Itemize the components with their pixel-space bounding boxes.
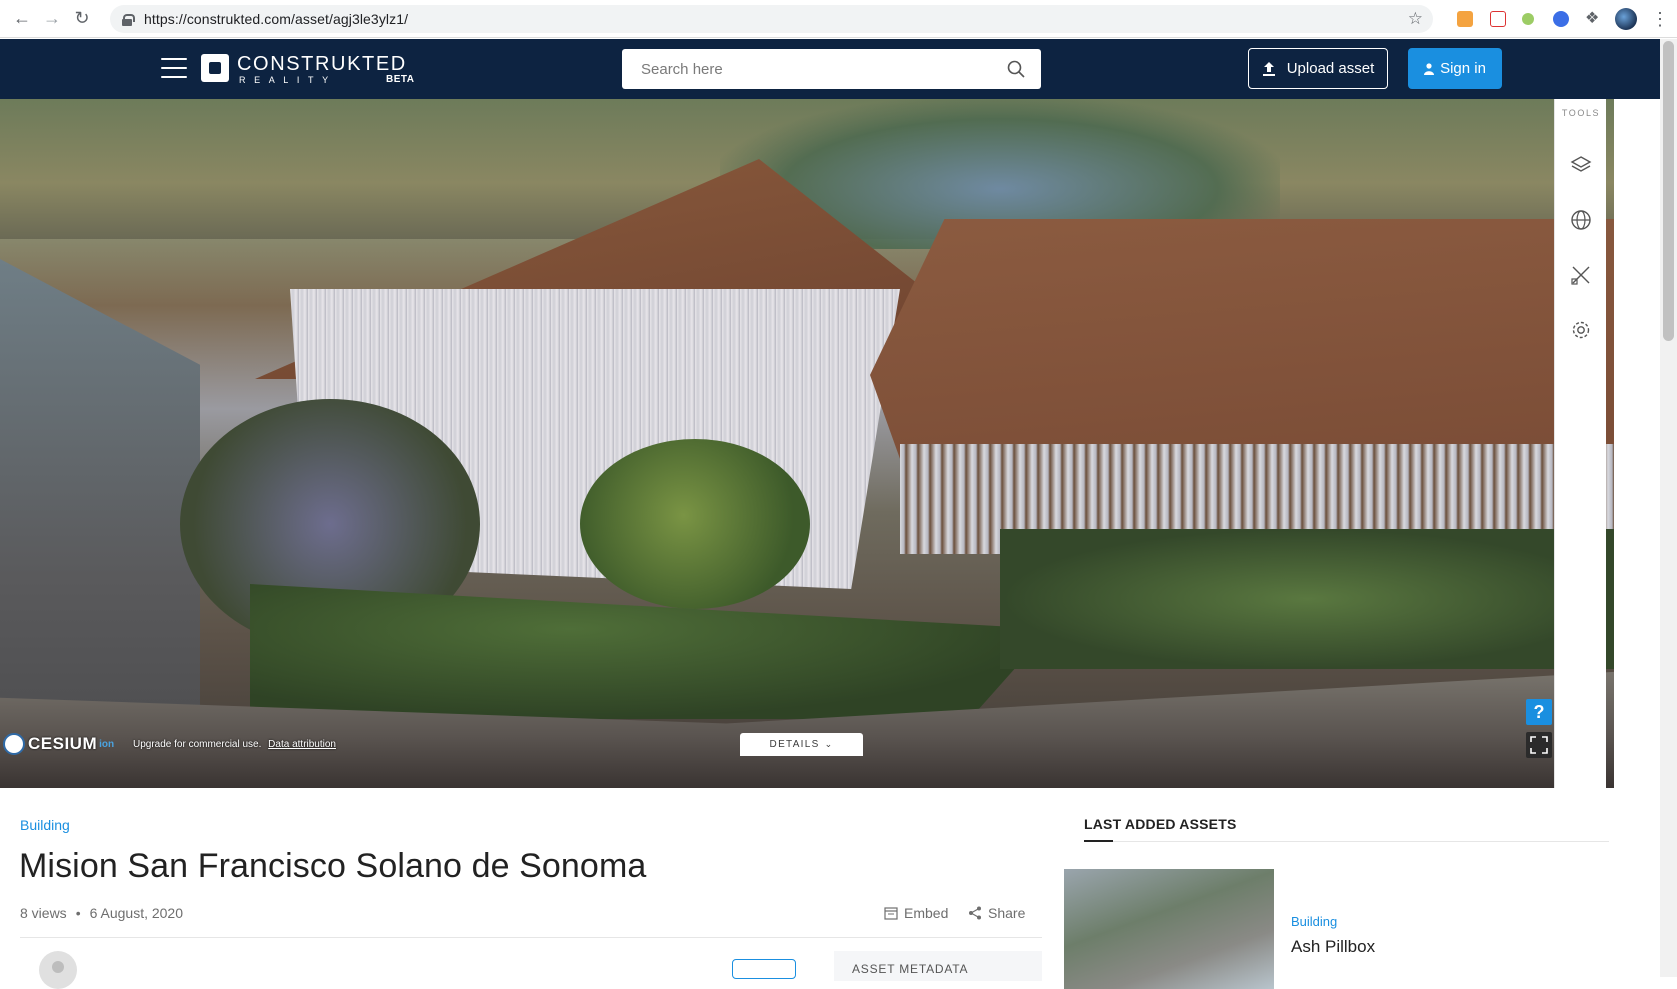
recent-asset-title[interactable]: Ash Pillbox: [1291, 937, 1375, 957]
asset-meta: 8 views • 6 August, 2020: [20, 905, 184, 921]
cesium-name: CESIUM: [28, 734, 98, 753]
embed-label: Embed: [904, 905, 949, 921]
details-toggle[interactable]: DETAILS ⌄: [740, 733, 863, 756]
author-avatar[interactable]: [39, 951, 77, 989]
extension-icon[interactable]: [1457, 11, 1473, 27]
back-icon[interactable]: ←: [9, 6, 35, 32]
follow-button[interactable]: [732, 959, 796, 979]
address-url[interactable]: https://construkted.com/asset/agj3le3ylz…: [144, 11, 408, 27]
share-button[interactable]: Share: [968, 905, 1025, 921]
recent-asset-category[interactable]: Building: [1291, 914, 1337, 929]
upload-icon: [1262, 61, 1275, 76]
settings-icon[interactable]: [1570, 319, 1592, 341]
share-label: Share: [988, 905, 1026, 921]
upload-asset-button[interactable]: Upload asset: [1248, 48, 1388, 89]
recent-asset-thumbnail[interactable]: [1064, 869, 1274, 989]
scene-tree: [580, 439, 810, 609]
details-label: DETAILS: [769, 739, 820, 750]
data-attribution-link[interactable]: Data attribution: [268, 739, 336, 750]
user-icon: [1424, 62, 1435, 75]
scene-garden: [1000, 529, 1614, 669]
credit-text: Upgrade for commercial use. Data attribu…: [133, 739, 336, 750]
asset-details: Building Mision San Francisco Solano de …: [0, 788, 1660, 989]
cesium-badge-icon: [3, 733, 25, 755]
tools-panel: TOOLS: [1554, 99, 1606, 788]
address-bar[interactable]: https://construkted.com/asset/agj3le3ylz…: [110, 5, 1433, 33]
fullscreen-button[interactable]: [1526, 732, 1552, 758]
globe-icon[interactable]: [1570, 209, 1592, 231]
profile-avatar[interactable]: [1615, 8, 1637, 30]
upload-asset-label: Upload asset: [1286, 60, 1375, 77]
logo-text[interactable]: CONSTRUKTED: [237, 53, 407, 76]
sign-in-button[interactable]: Sign in: [1408, 48, 1502, 89]
forward-icon[interactable]: →: [39, 6, 65, 32]
asset-metadata-label: ASSET METADATA: [852, 962, 969, 976]
asset-title: Mision San Francisco Solano de Sonoma: [19, 847, 647, 885]
site-header: CONSTRUKTED REALITY BETA Upload asset Si…: [0, 39, 1660, 99]
reload-icon[interactable]: ↻: [69, 6, 95, 32]
chevron-down-icon: ⌄: [824, 739, 834, 749]
layers-icon[interactable]: [1570, 154, 1592, 176]
tools-label: TOOLS: [1561, 108, 1601, 118]
beta-badge: BETA: [386, 74, 415, 85]
heading-underline: [1084, 840, 1113, 842]
extension-icon[interactable]: [1522, 13, 1534, 25]
divider: [1084, 841, 1609, 842]
cesium-ion: ion: [99, 738, 115, 750]
browser-toolbar: ← → ↻ https://construkted.com/asset/agj3…: [0, 0, 1677, 38]
view-count: 8 views: [20, 905, 67, 921]
3d-viewer[interactable]: CESIUM ion Upgrade for commercial use. D…: [0, 99, 1614, 788]
search-input[interactable]: [641, 60, 991, 78]
extension-icon[interactable]: [1553, 11, 1569, 27]
bookmark-star-icon[interactable]: ☆: [1408, 9, 1423, 29]
extensions-puzzle-icon[interactable]: ❖: [1585, 8, 1599, 28]
scene-roof: [870, 219, 1614, 479]
measure-tools-icon[interactable]: [1570, 264, 1592, 286]
fullscreen-icon: [1530, 736, 1548, 754]
credit-upgrade: Upgrade for commercial use.: [133, 739, 262, 750]
last-added-heading: LAST ADDED ASSETS: [1084, 816, 1237, 832]
asset-category-link[interactable]: Building: [20, 817, 70, 833]
help-button[interactable]: ?: [1526, 699, 1552, 725]
search-icon[interactable]: [1007, 60, 1025, 78]
scrollbar-thumb[interactable]: [1663, 41, 1674, 341]
upload-date: 6 August, 2020: [89, 905, 184, 921]
search-bar: [622, 49, 1041, 89]
logo-subtext: REALITY: [239, 75, 337, 85]
divider: [20, 937, 1042, 938]
cesium-logo[interactable]: CESIUM ion: [3, 733, 114, 755]
extension-icon[interactable]: [1490, 11, 1506, 27]
embed-icon: [884, 906, 898, 920]
logo-icon[interactable]: [201, 54, 229, 82]
lock-icon: [122, 13, 135, 26]
embed-button[interactable]: Embed: [884, 905, 948, 921]
browser-menu-icon[interactable]: ⋮: [1651, 9, 1669, 30]
hamburger-menu-icon[interactable]: [161, 58, 187, 78]
sign-in-label: Sign in: [1440, 60, 1486, 77]
page-scrollbar[interactable]: [1660, 39, 1677, 977]
share-icon: [969, 906, 981, 920]
